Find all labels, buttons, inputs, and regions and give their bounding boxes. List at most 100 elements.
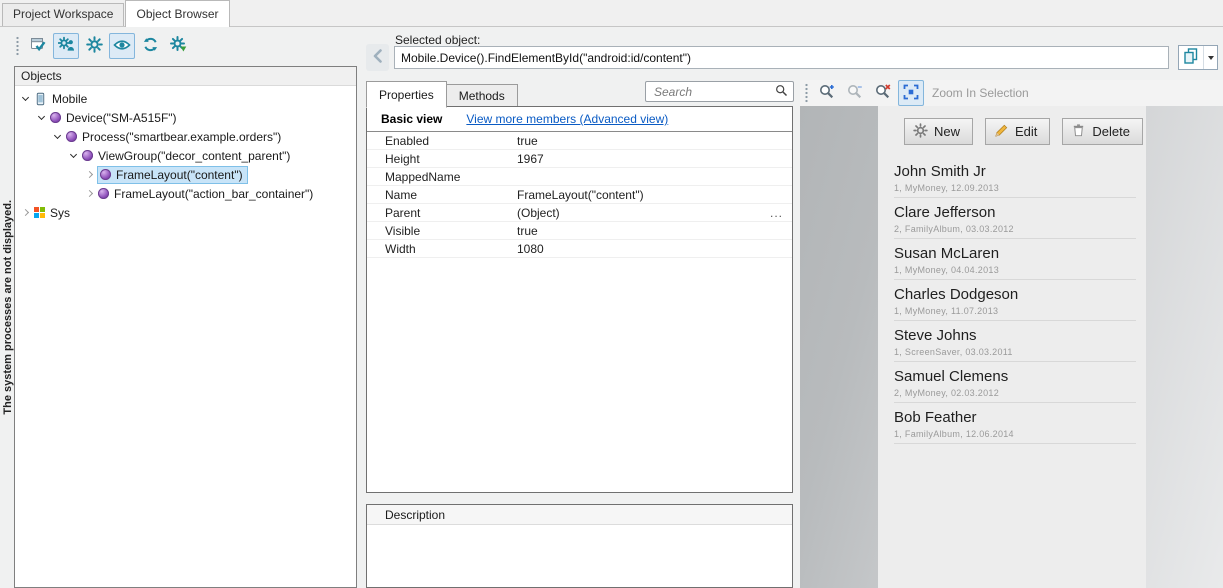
tree-item-framelayout-actionbar[interactable]: FrameLayout("action_bar_container") xyxy=(15,184,356,203)
contact-meta: 1, MyMoney, 11.07.2013 xyxy=(894,306,1136,316)
property-name: MappedName xyxy=(367,170,517,184)
settings-gear-icon xyxy=(86,36,103,56)
zoom-cancel-icon xyxy=(874,83,892,104)
tree-item-framelayout-content[interactable]: FrameLayout("content") xyxy=(15,165,356,184)
property-value: FrameLayout("content") xyxy=(517,188,792,202)
edit-pencil-icon xyxy=(994,123,1009,141)
zoom-in-icon xyxy=(818,83,836,104)
copy-icon xyxy=(1182,47,1200,68)
property-value: 1080 xyxy=(517,242,792,256)
tree-item-device[interactable]: Device("SM-A515F") xyxy=(15,108,356,127)
tree-item-label[interactable]: Device("SM-A515F") xyxy=(66,111,177,125)
parent-more-button[interactable]: ... xyxy=(761,206,792,220)
new-button: New xyxy=(904,118,973,145)
tree-item-label[interactable]: Sys xyxy=(50,206,70,220)
device-screen-preview[interactable]: New Edit Delete John Smith Jr 1, MyMoney… xyxy=(878,106,1146,588)
copy-dropdown-button[interactable] xyxy=(1204,46,1217,69)
copy-button[interactable] xyxy=(1179,46,1204,69)
gear-action-icon xyxy=(170,36,187,56)
property-row: Width 1080 xyxy=(367,240,792,258)
tree-item-process[interactable]: Process("smartbear.example.orders") xyxy=(15,127,356,146)
fit-selection-button[interactable] xyxy=(898,80,924,106)
object-browser-toolbar xyxy=(15,31,191,61)
contact-name: Steve Johns xyxy=(894,327,1136,344)
selected-tree-item[interactable]: FrameLayout("content") xyxy=(98,167,247,183)
object-tree: Mobile Device("SM-A515F") Process("smart… xyxy=(15,86,356,222)
tree-item-label[interactable]: ViewGroup("decor_content_parent") xyxy=(98,149,290,163)
property-name: Enabled xyxy=(367,134,517,148)
select-objects-icon xyxy=(30,36,47,56)
objects-panel-title: Objects xyxy=(15,67,356,86)
preview-button-label: Edit xyxy=(1015,124,1037,139)
search-box xyxy=(645,81,794,102)
select-objects-button[interactable] xyxy=(25,33,51,59)
fit-selection-icon xyxy=(902,83,920,104)
toolbar-grip[interactable] xyxy=(15,36,20,56)
contact-name: Charles Dodgeson xyxy=(894,286,1136,303)
delete-button: Delete xyxy=(1062,118,1143,145)
collapse-chevron-icon[interactable] xyxy=(70,150,77,157)
contact-meta: 2, FamilyAlbum, 03.03.2012 xyxy=(894,224,1136,234)
zoom-out-button[interactable] xyxy=(842,80,868,106)
tab-properties[interactable]: Properties xyxy=(366,81,447,108)
expand-chevron-icon[interactable] xyxy=(22,209,29,216)
collapse-chevron-icon[interactable] xyxy=(38,112,45,119)
tab-object-browser[interactable]: Object Browser xyxy=(125,0,229,27)
tree-item-label[interactable]: Process("smartbear.example.orders") xyxy=(82,130,281,144)
zoom-cancel-button[interactable] xyxy=(870,80,896,106)
tree-item-viewgroup[interactable]: ViewGroup("decor_content_parent") xyxy=(15,146,356,165)
list-item: Susan McLaren 1, MyMoney, 04.04.2013 xyxy=(894,239,1136,280)
object-spy-button[interactable] xyxy=(53,33,79,59)
property-value: true xyxy=(517,224,792,238)
property-row: Parent (Object) ... xyxy=(367,204,792,222)
property-row: Name FrameLayout("content") xyxy=(367,186,792,204)
tab-project-workspace[interactable]: Project Workspace xyxy=(2,3,124,26)
preview-button-label: New xyxy=(934,124,960,139)
refresh-button[interactable] xyxy=(137,33,163,59)
list-item: Charles Dodgeson 1, MyMoney, 11.07.2013 xyxy=(894,280,1136,321)
contact-meta: 1, FamilyAlbum, 12.06.2014 xyxy=(894,429,1136,439)
gear-action-button[interactable] xyxy=(165,33,191,59)
description-panel: Description xyxy=(366,504,793,588)
collapse-chevron-icon[interactable] xyxy=(22,93,29,100)
tree-item-mobile[interactable]: Mobile xyxy=(15,89,356,108)
object-spy-icon xyxy=(58,36,75,56)
object-orb-icon xyxy=(66,131,77,142)
property-value: 1967 xyxy=(517,152,792,166)
list-item: John Smith Jr 1, MyMoney, 12.09.2013 xyxy=(894,157,1136,198)
tree-item-label[interactable]: FrameLayout("content") xyxy=(116,168,243,182)
tree-item-sys[interactable]: Sys xyxy=(15,203,356,222)
settings-gear-button[interactable] xyxy=(81,33,107,59)
new-gear-icon xyxy=(913,123,928,141)
mobile-device-icon xyxy=(34,92,47,106)
property-name: Name xyxy=(367,188,517,202)
object-orb-icon xyxy=(50,112,61,123)
delete-trash-icon xyxy=(1071,123,1086,141)
system-processes-note-text: The system processes are not displayed. xyxy=(2,200,14,415)
inspector-tab-strip: Properties Methods xyxy=(366,80,518,107)
expand-chevron-icon[interactable] xyxy=(86,190,93,197)
zoom-in-button[interactable] xyxy=(814,80,840,106)
tree-item-label[interactable]: FrameLayout("action_bar_container") xyxy=(114,187,313,201)
contact-name: Clare Jefferson xyxy=(894,204,1136,221)
back-button[interactable] xyxy=(366,44,389,71)
collapse-chevron-icon[interactable] xyxy=(54,131,61,138)
property-value: (Object) xyxy=(517,206,761,220)
tab-methods[interactable]: Methods xyxy=(446,84,518,107)
highlight-object-button[interactable] xyxy=(109,33,135,59)
window-tab-strip: Project Workspace Object Browser xyxy=(0,0,1223,27)
expand-chevron-icon[interactable] xyxy=(86,171,93,178)
search-input[interactable] xyxy=(652,84,775,100)
toolbar-grip[interactable] xyxy=(804,83,809,103)
zoom-selection-label: Zoom In Selection xyxy=(932,86,1029,100)
property-row: Enabled true xyxy=(367,132,792,150)
search-icon xyxy=(775,84,788,100)
preview-button-label: Delete xyxy=(1092,124,1130,139)
windows-logo-icon xyxy=(34,207,45,218)
property-name: Parent xyxy=(367,206,517,220)
selected-object-field[interactable] xyxy=(394,46,1169,69)
contact-name: Susan McLaren xyxy=(894,245,1136,262)
contact-meta: 1, MyMoney, 12.09.2013 xyxy=(894,183,1136,193)
tree-item-label[interactable]: Mobile xyxy=(52,92,87,106)
advanced-view-link[interactable]: View more members (Advanced view) xyxy=(466,112,668,126)
